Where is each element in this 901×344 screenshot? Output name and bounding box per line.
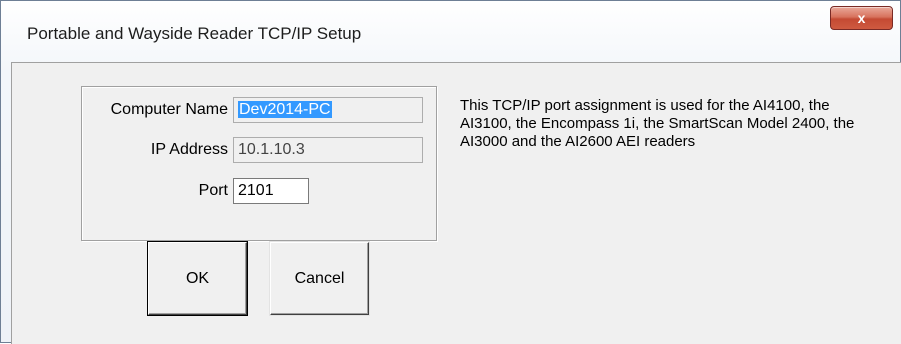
cancel-button[interactable]: Cancel: [270, 242, 369, 315]
computer-name-value: Dev2014-PC: [238, 101, 332, 118]
dialog-window: Portable and Wayside Reader TCP/IP Setup…: [0, 0, 901, 344]
computer-name-label: Computer Name: [110, 101, 228, 118]
port-field[interactable]: 2101: [233, 178, 309, 204]
close-button[interactable]: x: [830, 6, 893, 30]
ip-address-field[interactable]: 10.1.10.3: [233, 137, 423, 163]
close-icon: x: [857, 10, 866, 26]
ok-button[interactable]: OK: [147, 241, 248, 316]
port-assignment-description: This TCP/IP port assignment is used for …: [460, 97, 855, 150]
port-label: Port: [198, 182, 228, 199]
computer-name-field[interactable]: Dev2014-PC: [233, 97, 423, 123]
connection-settings-group: Computer Name Dev2014-PC IP Address 10.1…: [81, 86, 437, 241]
dialog-client-area: Computer Name Dev2014-PC IP Address 10.1…: [11, 62, 901, 344]
window-title: Portable and Wayside Reader TCP/IP Setup: [27, 24, 362, 43]
ip-address-label: IP Address: [150, 141, 228, 158]
